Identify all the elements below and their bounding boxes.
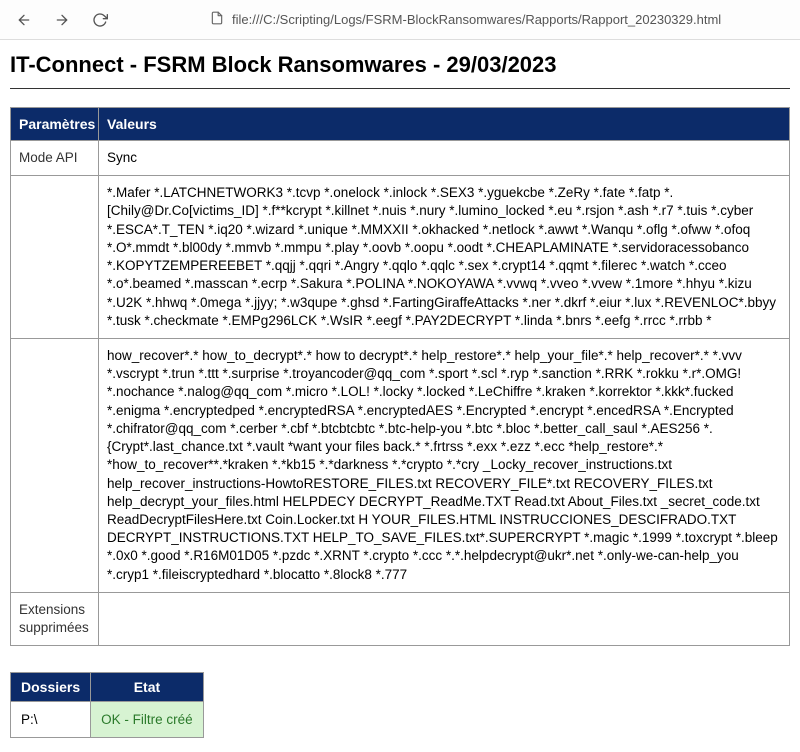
forward-button[interactable] [46,4,78,36]
folders-header-col2: Etat [91,673,204,702]
folders-table: Dossiers Etat P:\ OK - Filtre créé [10,672,204,738]
param-label: Extensions supprimées [11,592,99,645]
table-row: Mode API Sync [11,141,790,176]
reload-icon [92,12,108,28]
table-header-row: Paramètres Valeurs [11,108,790,141]
arrow-right-icon [54,12,70,28]
table-row: Extensions supprimées [11,592,790,645]
folder-status: OK - Filtre créé [91,702,204,738]
folder-path: P:\ [11,702,91,738]
back-button[interactable] [8,4,40,36]
browser-toolbar: file:///C:/Scripting/Logs/FSRM-BlockRans… [0,0,800,40]
address-url: file:///C:/Scripting/Logs/FSRM-BlockRans… [232,12,721,27]
table-row: *.Mafer *.LATCHNETWORK3 *.tcvp *.onelock… [11,176,790,339]
param-value: Sync [99,141,790,176]
page-content: IT-Connect - FSRM Block Ransomwares - 29… [0,40,800,750]
param-value [99,592,790,645]
file-icon [210,11,224,28]
arrow-left-icon [16,12,32,28]
params-table: Paramètres Valeurs Mode API Sync *.Mafer… [10,107,790,646]
address-bar[interactable]: file:///C:/Scripting/Logs/FSRM-BlockRans… [202,4,792,36]
params-header-col1: Paramètres [11,108,99,141]
param-label: Mode API [11,141,99,176]
param-label [11,338,99,592]
params-header-col2: Valeurs [99,108,790,141]
table-row: how_recover*.* how_to_decrypt*.* how to … [11,338,790,592]
folders-header-col1: Dossiers [11,673,91,702]
reload-button[interactable] [84,4,116,36]
divider [10,88,790,89]
page-title: IT-Connect - FSRM Block Ransomwares - 29… [10,52,790,78]
param-label [11,176,99,339]
table-row: P:\ OK - Filtre créé [11,702,204,738]
param-value: how_recover*.* how_to_decrypt*.* how to … [99,338,790,592]
param-value: *.Mafer *.LATCHNETWORK3 *.tcvp *.onelock… [99,176,790,339]
table-header-row: Dossiers Etat [11,673,204,702]
